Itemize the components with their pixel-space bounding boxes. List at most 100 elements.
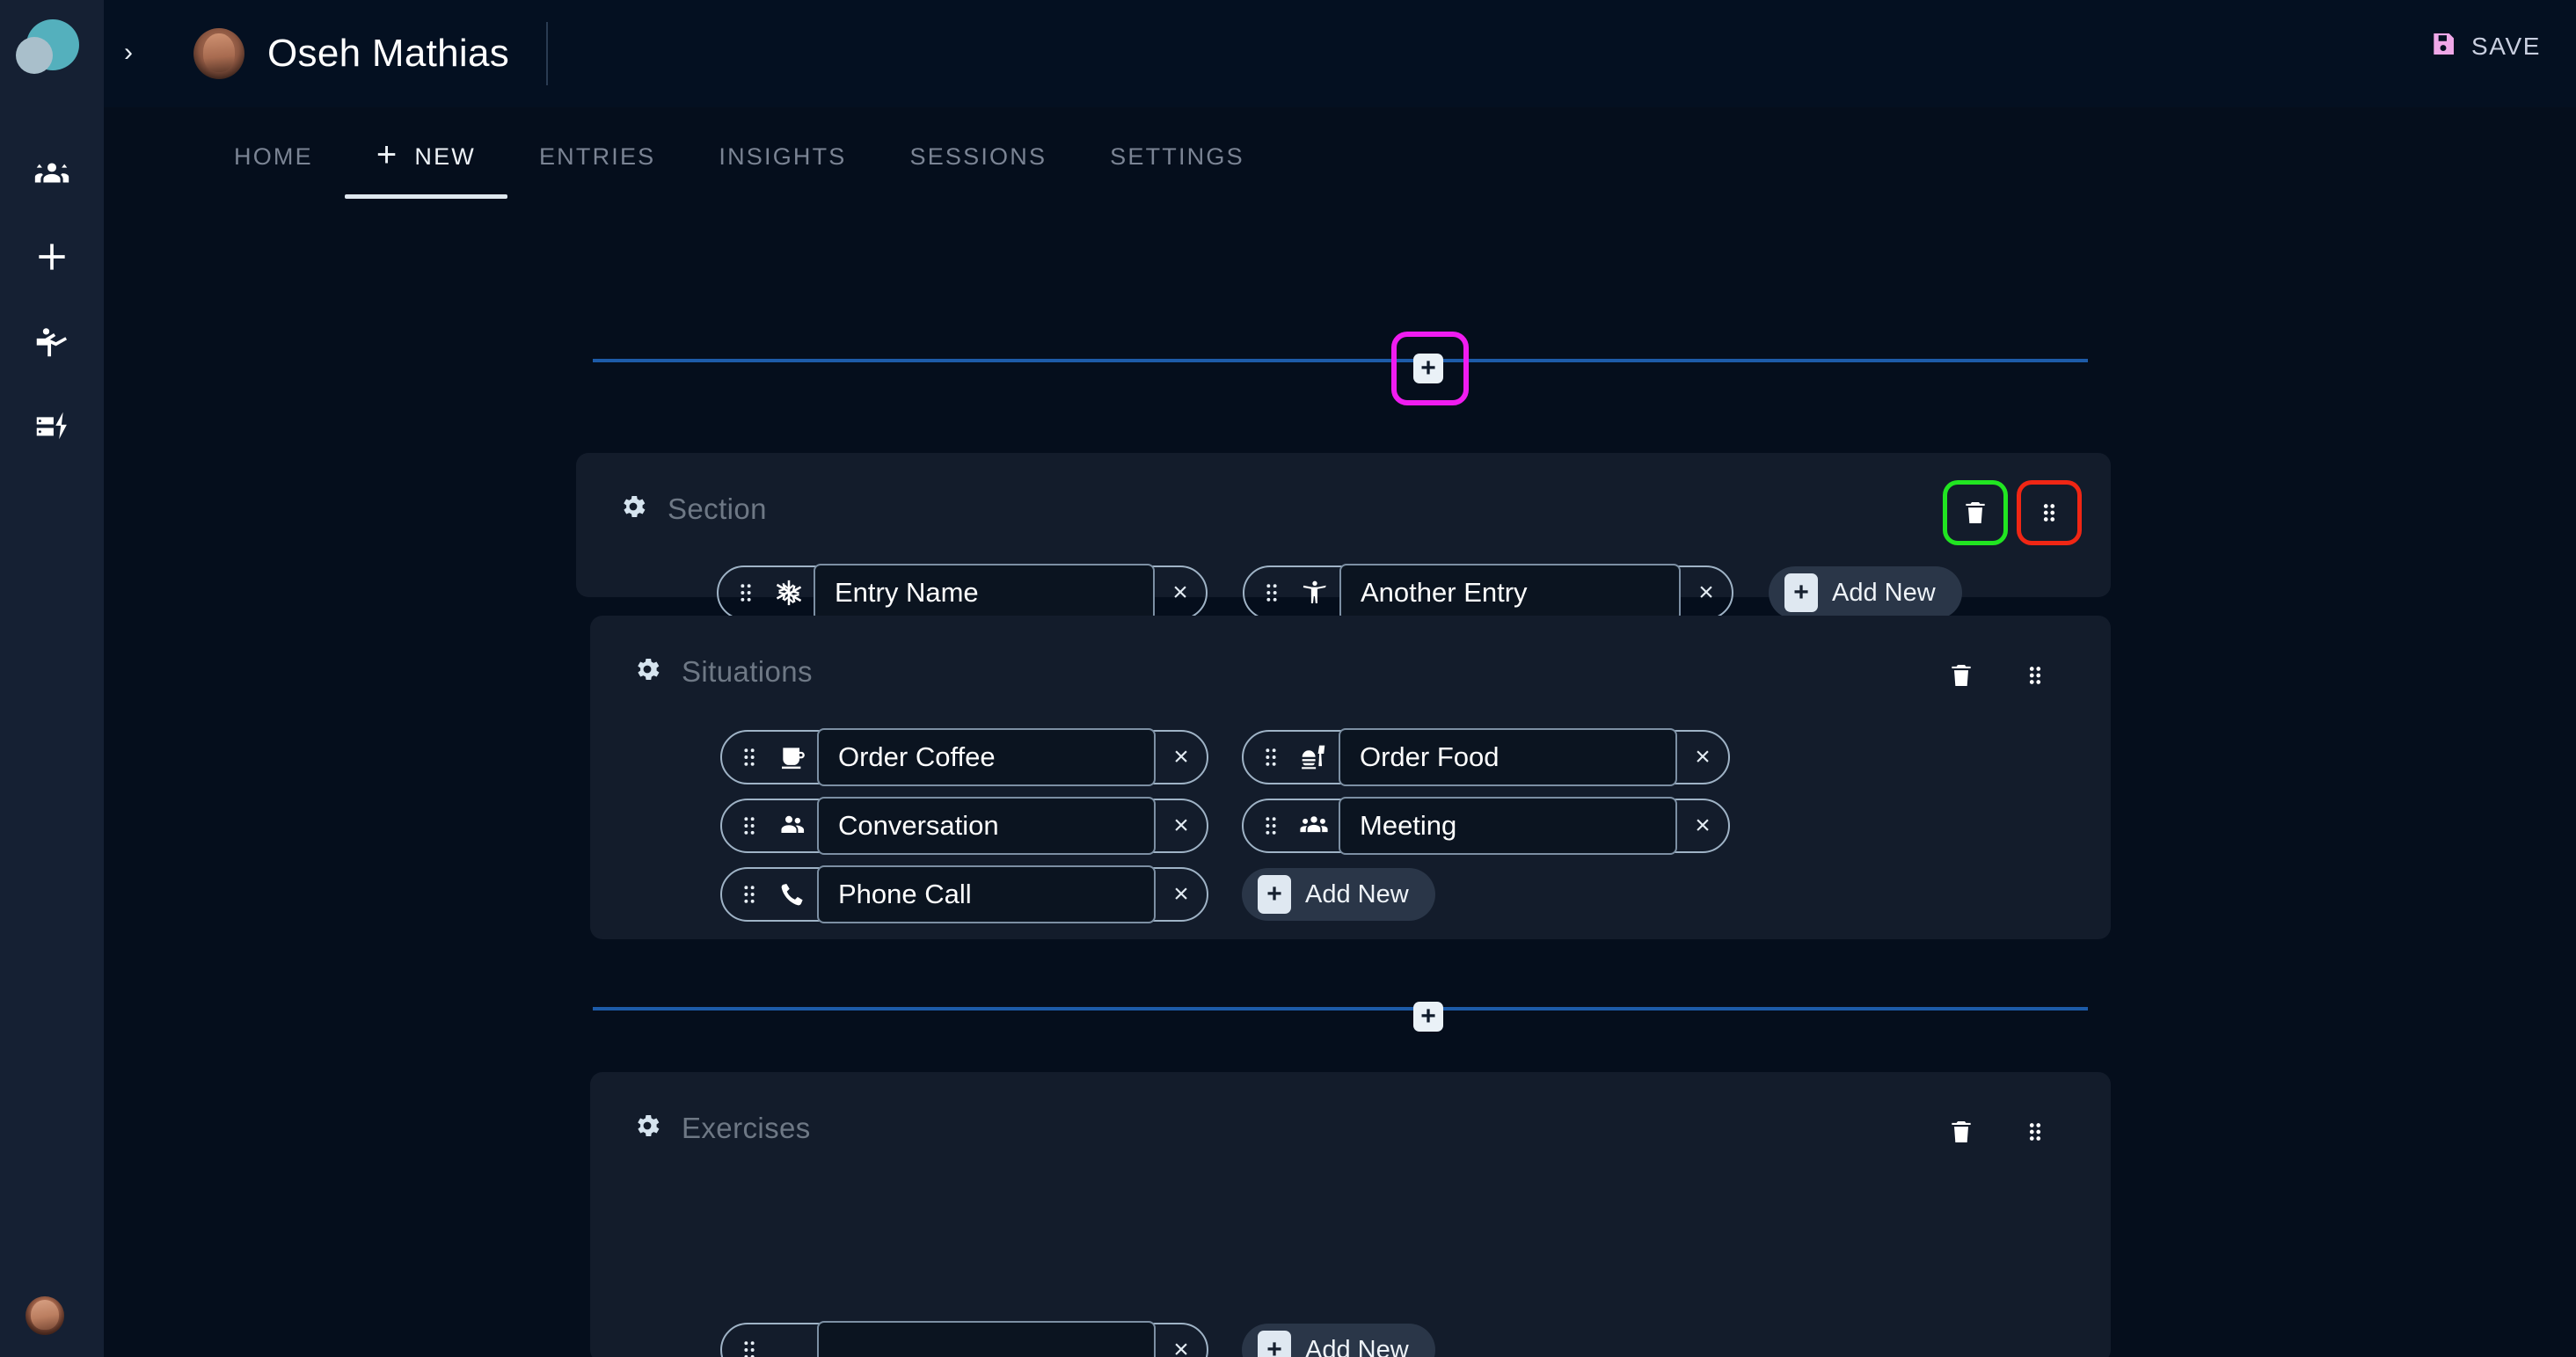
tab-bar: HOME + NEW ENTRIES INSIGHTS SESSIONS SET… [104,107,2576,206]
sidebar-item-add[interactable] [0,216,104,301]
fastfood-icon[interactable] [1291,743,1337,771]
tab-settings[interactable]: SETTINGS [1078,107,1276,206]
coffee-cup-icon[interactable] [770,743,815,771]
tab-label: NEW [414,142,476,170]
left-rail [0,0,104,1357]
add-new-label: Add New [1305,879,1409,908]
tab-home[interactable]: HOME [202,107,345,206]
sidebar-expand-button[interactable]: › [104,28,153,77]
card-actions [1933,647,2063,704]
remove-entry-button[interactable]: × [1681,578,1732,608]
save-button[interactable]: SAVE [2429,30,2541,62]
entry-rows: × × + Add New [717,564,1962,622]
app-logo[interactable] [0,0,104,107]
divider-line [593,1007,2088,1010]
entry-name-input[interactable] [817,797,1156,855]
accessibility-icon[interactable] [1292,579,1338,607]
sidebar-item-people[interactable] [0,132,104,216]
tab-insights[interactable]: INSIGHTS [687,107,878,206]
save-label: SAVE [2470,32,2541,60]
drag-section-handle[interactable] [2021,485,2077,541]
drag-dots-icon[interactable] [729,746,770,769]
delete-section-button[interactable] [1933,647,1989,704]
page-title: Oseh Mathias [267,32,510,75]
tab-entries[interactable]: ENTRIES [507,107,687,206]
entry-rows: × × [720,728,1730,923]
entry-name-input[interactable] [1339,728,1677,786]
card-title[interactable]: Exercises [682,1112,811,1145]
card-actions [1933,1104,2063,1160]
sidebar-item-activity[interactable] [0,385,104,470]
list-bolt-icon [32,405,72,450]
drag-section-handle[interactable] [2007,1104,2063,1160]
two-people-icon[interactable] [770,812,815,840]
drag-dots-icon[interactable] [1251,814,1291,837]
entry-pill: × [720,1321,1208,1357]
entry-name-input[interactable] [817,865,1156,923]
drag-dots-icon[interactable] [726,581,766,604]
card-title[interactable]: Section [668,492,767,526]
phone-icon[interactable] [770,881,815,908]
gear-icon[interactable] [618,492,648,526]
three-people-icon[interactable] [1291,811,1337,841]
drag-section-handle[interactable] [2007,647,2063,704]
delete-section-button[interactable] [1933,1104,1989,1160]
remove-entry-button[interactable]: × [1156,879,1207,909]
card-header: Section [576,453,2111,526]
add-section-button-top[interactable]: + [1413,354,1443,383]
drag-dots-icon[interactable] [729,814,770,837]
profile-avatar[interactable] [193,28,244,79]
entry-pill: × [717,564,1208,622]
entry-rows: × + Add New [720,1321,1435,1357]
remove-entry-button[interactable]: × [1677,742,1728,772]
divider-line [593,359,2088,362]
drag-dots-icon[interactable] [1251,746,1291,769]
entry-row: × + Add New [720,865,1730,923]
add-new-entry-button[interactable]: + Add New [1242,1324,1435,1357]
gear-icon[interactable] [632,1111,662,1145]
tab-label: INSIGHTS [719,142,847,170]
avatar[interactable] [26,1296,64,1335]
entry-name-input[interactable] [1339,564,1681,622]
tab-label: HOME [234,142,313,170]
tab-sessions[interactable]: SESSIONS [879,107,1079,206]
entry-row: × × + Add New [717,564,1962,622]
tab-label: ENTRIES [538,142,656,170]
martial-arts-icon [32,321,72,366]
remove-entry-button[interactable]: × [1155,578,1206,608]
drag-dots-icon[interactable] [729,1339,770,1357]
add-new-label: Add New [1832,578,1936,607]
remove-entry-button[interactable]: × [1156,811,1207,841]
remove-entry-button[interactable]: × [1156,1335,1207,1357]
entry-name-input[interactable] [817,728,1156,786]
delete-section-button[interactable] [1947,485,2003,541]
card-actions [1947,485,2077,541]
entry-pill: × [1242,797,1730,855]
tab-label: SESSIONS [909,142,1047,170]
entry-name-input[interactable] [1339,797,1677,855]
entry-name-input[interactable] [817,1321,1156,1357]
add-section-button-mid[interactable]: + [1413,1002,1443,1032]
people-group-icon [32,152,72,197]
sidebar-item-practice[interactable] [0,301,104,385]
card-title[interactable]: Situations [682,655,813,689]
remove-entry-button[interactable]: × [1677,811,1728,841]
plus-icon: + [1258,875,1291,914]
drag-dots-icon[interactable] [729,883,770,906]
add-new-entry-button[interactable]: + Add New [1242,868,1435,921]
section-card-situations: Situations × [590,616,2111,939]
section-card-exercises: Exercises × + Add New [590,1072,2111,1357]
entry-pill: × [1242,728,1730,786]
entry-row: × × [720,797,1730,855]
snowflake-icon[interactable] [766,578,812,608]
add-new-entry-button[interactable]: + Add New [1769,566,1962,619]
entry-name-input[interactable] [814,564,1155,622]
card-header: Situations [590,616,2111,689]
tab-new[interactable]: + NEW [344,107,507,206]
add-new-label: Add New [1305,1335,1409,1357]
drag-dots-icon[interactable] [1252,581,1292,604]
plus-icon: + [1784,573,1818,612]
entry-pill: × [720,728,1208,786]
remove-entry-button[interactable]: × [1156,742,1207,772]
gear-icon[interactable] [632,654,662,689]
